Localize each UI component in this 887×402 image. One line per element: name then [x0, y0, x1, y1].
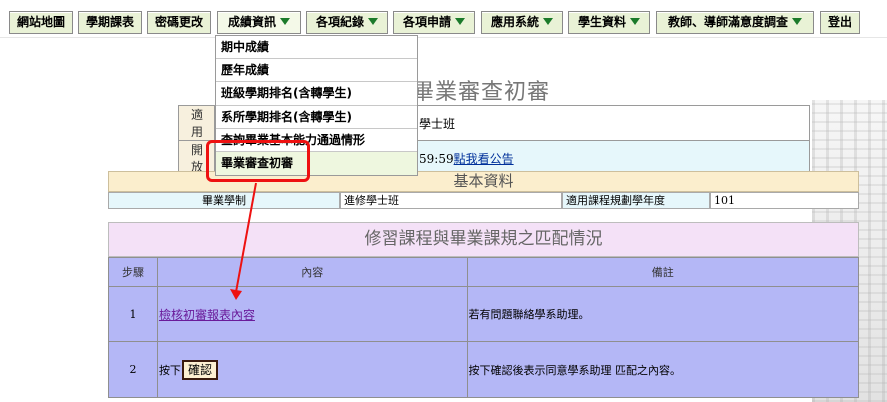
annotation-arrow	[230, 182, 257, 300]
